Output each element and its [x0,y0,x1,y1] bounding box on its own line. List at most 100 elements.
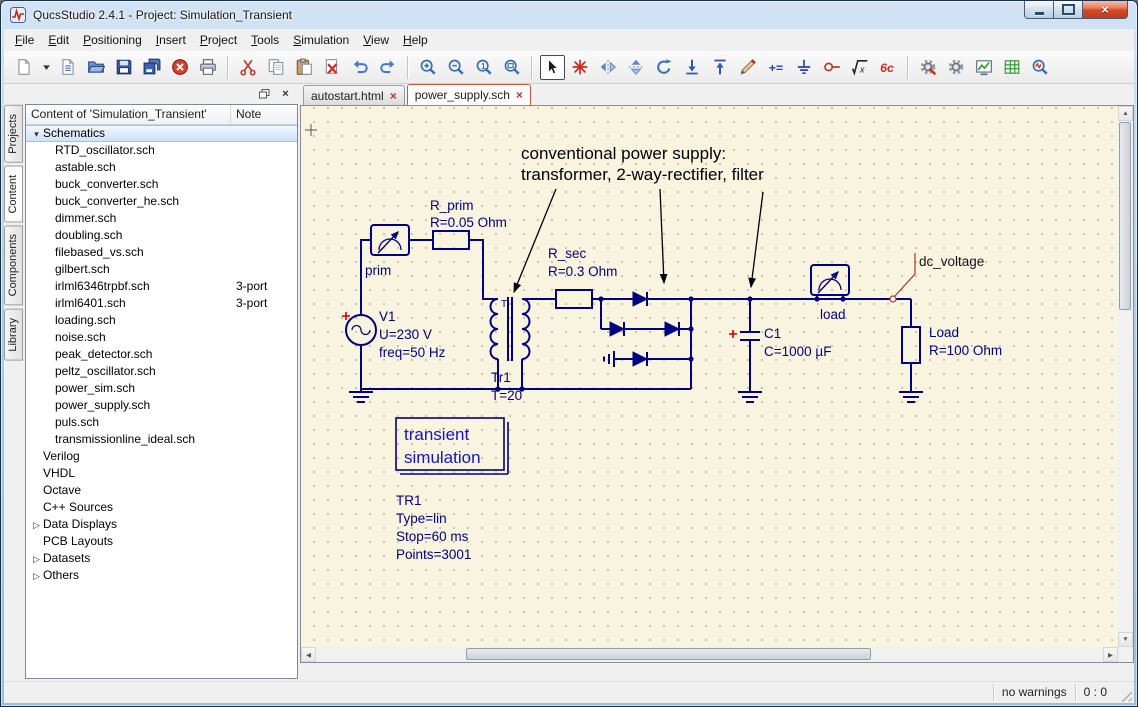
maximize-button[interactable] [1054,1,1082,19]
vtab-components[interactable]: Components [4,225,23,305]
meter-load[interactable]: load [811,265,849,322]
paste-button[interactable] [292,55,317,80]
vertical-scroll-thumb[interactable] [1119,122,1131,310]
tree-item-power-supply-sch[interactable]: power_supply.sch [26,397,297,414]
menu-positioning[interactable]: Positioning [76,30,149,50]
insert-equation-button[interactable]: += [764,55,789,80]
doc-tab-power-supply-sch[interactable]: power_supply.sch× [407,84,531,105]
mirror-x-button[interactable] [624,55,649,80]
select-button[interactable] [540,55,565,80]
view-data-display-button[interactable] [972,55,997,80]
tree-item-puls-sch[interactable]: puls.sch [26,414,297,431]
menu-help[interactable]: Help [396,30,435,50]
insert-arrow-button[interactable] [708,55,733,80]
tree-item-others[interactable]: ▷Others [26,567,297,584]
tree-item-verilog[interactable]: Verilog [26,448,297,465]
new-file-dropdown[interactable] [40,55,53,80]
vertical-scrollbar[interactable]: ▲ ▼ [1118,106,1133,647]
redo-button[interactable] [376,55,401,80]
new-text-button[interactable] [56,55,81,80]
zoom-1-1-button[interactable]: 1 [472,55,497,80]
delete-button[interactable] [320,55,345,80]
simulation-box[interactable]: transient simulation [396,418,508,474]
horizontal-scroll-thumb[interactable] [466,648,871,660]
tab-close-icon[interactable]: × [390,91,397,101]
tree-item-astable-sch[interactable]: astable.sch [26,159,297,176]
capacitor-c1[interactable]: C1 C=1000 µF [729,326,831,359]
menu-insert[interactable]: Insert [149,30,193,50]
tree-item-power-sim-sch[interactable]: power_sim.sch [26,380,297,397]
tree-item-filebased-vs-sch[interactable]: filebased_vs.sch [26,244,297,261]
tree-item-datasets[interactable]: ▷Datasets [26,550,297,567]
resistor-load[interactable]: Load R=100 Ohm [902,325,1002,363]
zoom-in-button[interactable] [416,55,441,80]
scroll-down-button[interactable]: ▼ [1118,632,1133,647]
rotate-button[interactable] [652,55,677,80]
menu-simulation[interactable]: Simulation [286,30,356,50]
resistor-r-prim[interactable]: R_prim R=0.05 Ohm [430,198,507,249]
save-button[interactable] [112,55,137,80]
vtab-library[interactable]: Library [4,309,23,361]
tree-item-irlml6346trpbf-sch[interactable]: irlml6346trpbf.sch3-port [26,278,297,295]
tree-item-loading-sch[interactable]: loading.sch [26,312,297,329]
insert-ground-button[interactable] [792,55,817,80]
scroll-up-button[interactable]: ▲ [1118,106,1133,121]
tree-item-peltz-oscillator-sch[interactable]: peltz_oscillator.sch [26,363,297,380]
tree-item-octave[interactable]: Octave [26,482,297,499]
tree-item-doubling-sch[interactable]: doubling.sch [26,227,297,244]
menu-file[interactable]: File [8,30,41,50]
mirror-y-button[interactable] [596,55,621,80]
simulate-button[interactable] [916,55,941,80]
tree-item-gilbert-sch[interactable]: gilbert.sch [26,261,297,278]
tree-header-content[interactable]: Content of 'Simulation_Transient' [26,105,231,124]
tree-item-peak-detector-sch[interactable]: peak_detector.sch [26,346,297,363]
open-button[interactable] [84,55,109,80]
collapse-arrow-icon[interactable]: ▾ [30,127,43,141]
menu-project[interactable]: Project [193,30,244,50]
menu-edit[interactable]: Edit [41,30,76,50]
tree-item-buck-converter-sch[interactable]: buck_converter.sch [26,176,297,193]
tree-item-transmissionline-ideal-sch[interactable]: transmissionline_ideal.sch [26,431,297,448]
tab-close-icon[interactable]: × [516,90,523,100]
show-dataset-button[interactable] [1000,55,1025,80]
tr-parameters-text[interactable]: TR1 Type=lin Stop=60 ms Points=3001 [396,493,471,562]
tree-header-note[interactable]: Note [231,105,297,124]
tree-item-buck-converter-he-sch[interactable]: buck_converter_he.sch [26,193,297,210]
node-label-dc-voltage[interactable]: dc_voltage [890,253,984,302]
new-file-button[interactable] [12,55,37,80]
tree-item-dimmer-sch[interactable]: dimmer.sch [26,210,297,227]
tree-item-data-displays[interactable]: ▷Data Displays [26,516,297,533]
print-button[interactable] [196,55,221,80]
tree-item-pcb-layouts[interactable]: PCB Layouts [26,533,297,550]
insert-wire-label-button[interactable] [680,55,705,80]
formula-button[interactable]: x [848,55,873,80]
tree-item-irlml6401-sch[interactable]: irlml6401.sch3-port [26,295,297,312]
menu-view[interactable]: View [356,30,396,50]
simulation-settings-button[interactable] [944,55,969,80]
schematic-viewport[interactable]: conventional power supply: transformer, … [301,106,1118,647]
undo-button[interactable] [348,55,373,80]
expand-arrow-icon[interactable]: ▷ [30,568,43,584]
optimize-button[interactable] [1028,55,1053,80]
tree-item-c-sources[interactable]: C++ Sources [26,499,297,516]
resize-grip[interactable] [1118,688,1132,702]
tree-item-schematics[interactable]: ▾Schematics [26,125,297,142]
close-panel-button[interactable]: × [277,87,294,102]
scroll-left-button[interactable]: ◀ [301,647,316,662]
close-button[interactable]: × [1082,1,1128,19]
vtab-content[interactable]: Content [4,166,23,223]
expand-arrow-icon[interactable]: ▷ [30,551,43,567]
close-document-button[interactable] [168,55,193,80]
tree-item-noise-sch[interactable]: noise.sch [26,329,297,346]
meter-prim[interactable]: prim [365,225,409,278]
tree-item-rtd-oscillator-sch[interactable]: RTD_oscillator.sch [26,142,297,159]
doc-tab-autostart-html[interactable]: autostart.html× [303,85,405,105]
insert-text-button[interactable] [736,55,761,80]
scroll-right-button[interactable]: ▶ [1103,647,1118,662]
expand-arrow-icon[interactable]: ▷ [30,517,43,533]
save-all-button[interactable] [140,55,165,80]
voltage-source-v1[interactable]: V1 U=230 V freq=50 Hz [342,309,446,360]
float-panel-button[interactable] [256,87,273,102]
zoom-fit-button[interactable] [500,55,525,80]
attenuator-button[interactable]: 6c [876,55,901,80]
